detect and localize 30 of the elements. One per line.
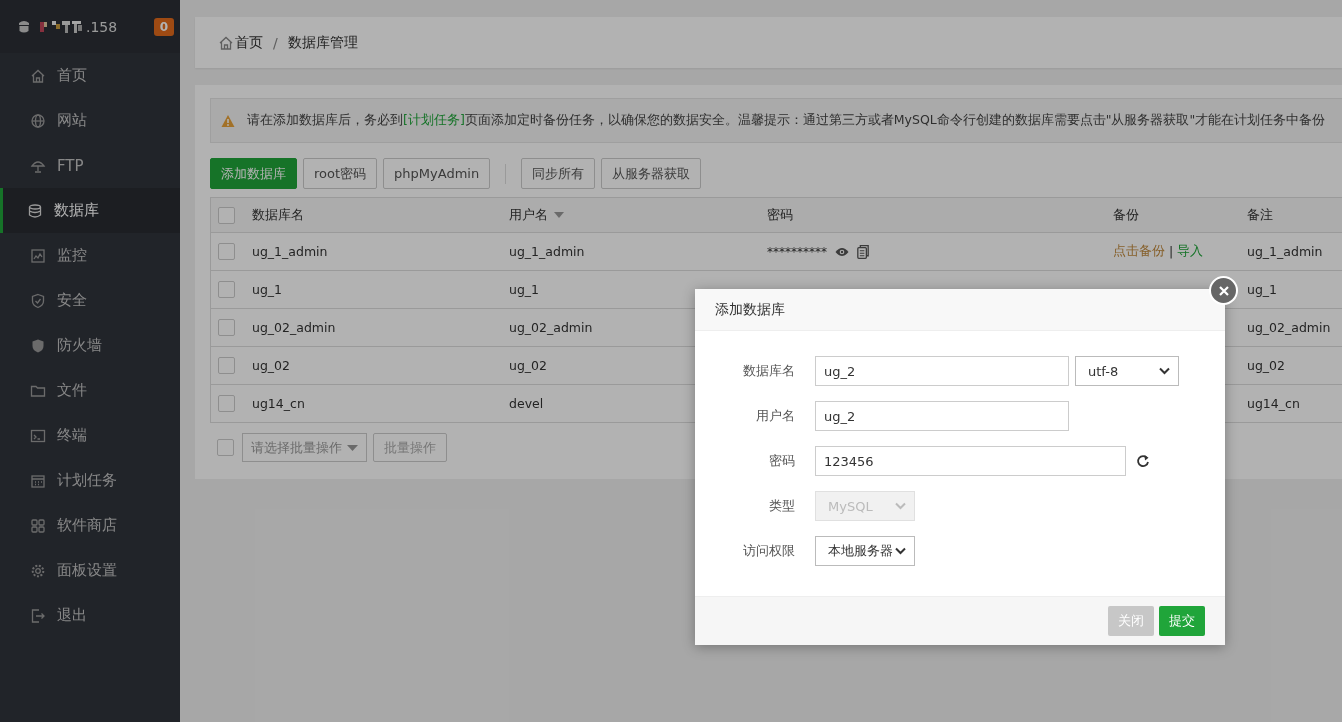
note-text: ug_1_admin bbox=[1247, 244, 1323, 259]
username: ug_02_admin bbox=[509, 320, 593, 335]
dialog-title: 添加数据库 bbox=[695, 289, 1225, 331]
database-name: ug_1_admin bbox=[252, 244, 328, 259]
field-label: 密码 bbox=[768, 452, 795, 470]
breadcrumb-separator: / bbox=[273, 34, 278, 51]
note-text: ug14_cn bbox=[1247, 396, 1300, 411]
column-header: 备份 bbox=[1113, 206, 1139, 224]
field-label: 类型 bbox=[768, 497, 795, 515]
note-text: ug_1 bbox=[1247, 282, 1278, 297]
note-text: ug_02_admin bbox=[1247, 320, 1331, 335]
masked-password: ********** bbox=[767, 244, 827, 259]
database-name: ug14_cn bbox=[252, 396, 305, 411]
username: devel bbox=[509, 396, 544, 411]
server-name: .158 bbox=[86, 18, 119, 35]
column-header: 密码 bbox=[767, 206, 793, 224]
note-text: ug_02 bbox=[1247, 358, 1285, 373]
database-name: ug_02 bbox=[252, 358, 290, 373]
username: ug_02 bbox=[509, 358, 547, 373]
notice-text: 请在添加数据库后，务必到[计划任务]页面添加定时备份任务，以确保您的数据安全。温馨提示：通过第三方或者MySQL命令行创建的数据库需要点击"从服务器获取"才能在计划任务中备份 bbox=[247, 112, 1326, 129]
field-label: 访问权限 bbox=[742, 542, 795, 560]
username: ug_1_admin bbox=[509, 244, 585, 259]
column-header: 备注 bbox=[1247, 206, 1273, 224]
column-header: 数据库名 bbox=[252, 206, 304, 224]
username: ug_1 bbox=[509, 282, 540, 297]
field-label: 数据库名 bbox=[742, 362, 795, 380]
link-separator: | bbox=[1169, 244, 1174, 259]
field-label: 用户名 bbox=[755, 407, 795, 425]
database-name: ug_1 bbox=[252, 282, 283, 297]
database-name: ug_02_admin bbox=[252, 320, 336, 335]
